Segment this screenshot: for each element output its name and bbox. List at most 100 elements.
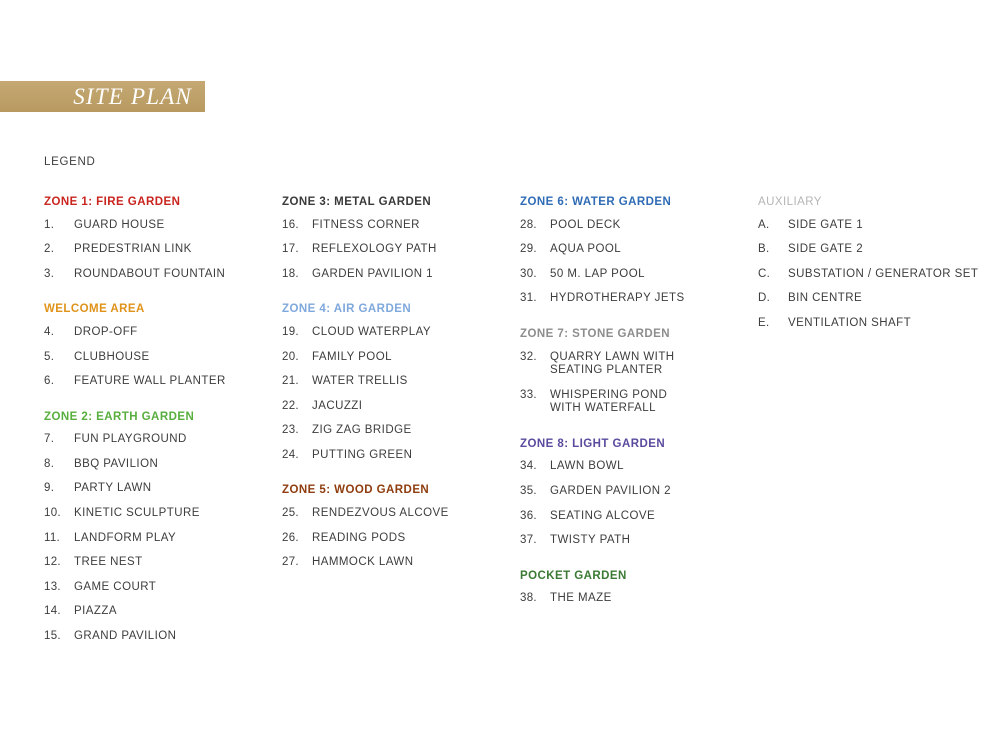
legend-item: 32. QUARRY LAWN WITH SEATING PLANTER — [520, 351, 758, 378]
legend-item-label: BIN CENTRE — [788, 292, 862, 306]
legend-item-label: THE MAZE — [550, 592, 612, 606]
legend-item-number: 27. — [282, 556, 299, 569]
legend-group-zone-3-metal-garden: ZONE 3: METAL GARDEN 16. FITNESS CORNER 17.… — [282, 196, 520, 281]
legend-item-number: B. — [758, 243, 770, 256]
legend-item-label: VENTILATION SHAFT — [788, 317, 911, 331]
legend-item-number: 28. — [520, 218, 537, 231]
legend-item-label-line1: GUARD HOUSE — [74, 218, 165, 231]
legend-item-label-line1: FITNESS CORNER — [312, 218, 420, 231]
legend-item-label-line1: 50 M. LAP POOL — [550, 267, 645, 280]
legend-item-number: 19. — [282, 325, 299, 338]
legend-item-label: GARDEN PAVILION 2 — [550, 485, 671, 499]
legend-item-label-line1: SIDE GATE 1 — [788, 218, 864, 231]
legend-item-label: SIDE GATE 2 — [788, 243, 863, 257]
legend-item: 22. JACUZZI — [282, 400, 520, 414]
legend-item-number: 1. — [44, 218, 55, 231]
legend-item: B. SIDE GATE 2 — [758, 243, 984, 257]
legend-item-label: BBQ PAVILION — [74, 458, 158, 472]
legend-item: 23. ZIG ZAG BRIDGE — [282, 424, 520, 438]
legend-item-label-line1: FAMILY POOL — [312, 350, 392, 363]
legend-item-number: 24. — [282, 448, 299, 461]
legend-item-label: PREDESTRIAN LINK — [74, 243, 192, 257]
legend-item-label: JACUZZI — [312, 400, 362, 414]
legend-item-number: 29. — [520, 243, 537, 256]
legend-item-label-line1: AQUA POOL — [550, 243, 622, 256]
legend-item: 35. GARDEN PAVILION 2 — [520, 485, 758, 499]
legend-item: 4. DROP-OFF — [44, 326, 282, 340]
legend-item-label-line1: TREE NEST — [74, 556, 143, 569]
page-title: SITE PLAN — [73, 83, 192, 109]
legend-item-number: 13. — [44, 580, 61, 593]
legend-item-label-line1: JACUZZI — [312, 399, 363, 412]
legend-item: 10. KINETIC SCULPTURE — [44, 507, 282, 521]
legend-item-number: 36. — [520, 509, 537, 522]
legend-item: C. SUBSTATION / GENERATOR SET — [758, 268, 984, 282]
legend-item-number: 25. — [282, 506, 299, 519]
legend-item-label-line1: FEATURE WALL PLANTER — [74, 375, 226, 388]
legend-item-label-line1: THE MAZE — [550, 592, 612, 605]
legend-item-label: REFLEXOLOGY PATH — [312, 243, 437, 257]
legend-item-label: POOL DECK — [550, 219, 621, 233]
column-1: ZONE 1: FIRE GARDEN 1. GUARD HOUSE 2. PREDES… — [44, 196, 282, 643]
legend-item-label-line2: WITH WATERFALL — [550, 402, 656, 415]
legend-item-label: WHISPERING POND WITH WATERFALL — [550, 389, 667, 416]
legend-item-label-line1: WHISPERING POND — [550, 388, 668, 401]
legend-item-number: 38. — [520, 592, 537, 605]
legend-item-label-line1: READING PODS — [312, 531, 406, 544]
legend-items: 38. THE MAZE — [520, 592, 758, 606]
legend-items: 28. POOL DECK 29. AQUA POOL 30. 50 M. LAP POO… — [520, 219, 758, 306]
legend-item-label: FEATURE WALL PLANTER — [74, 375, 226, 389]
legend-item-label: CLUBHOUSE — [74, 351, 150, 365]
legend-item: 14. PIAZZA — [44, 605, 282, 619]
legend-item-label: KINETIC SCULPTURE — [74, 507, 200, 521]
legend-item-label: RENDEZVOUS ALCOVE — [312, 507, 449, 521]
legend-item-label: QUARRY LAWN WITH SEATING PLANTER — [550, 351, 675, 378]
legend-item-number: 7. — [44, 433, 55, 446]
legend-item: 24. PUTTING GREEN — [282, 449, 520, 463]
legend-item: 5. CLUBHOUSE — [44, 351, 282, 365]
legend-item-label-line1: FUN PLAYGROUND — [74, 433, 187, 446]
legend-item-label: HYDROTHERAPY JETS — [550, 292, 685, 306]
legend-items: 7. FUN PLAYGROUND 8. BBQ PAVILION 9. PARTY LA… — [44, 433, 282, 643]
legend-item: A. SIDE GATE 1 — [758, 219, 984, 233]
legend-item-label: GARDEN PAVILION 1 — [312, 268, 433, 282]
legend-item-label: GUARD HOUSE — [74, 219, 165, 233]
legend-item-number: 11. — [44, 531, 61, 544]
legend-item-label-line1: VENTILATION SHAFT — [788, 316, 912, 329]
legend-item-label: PUTTING GREEN — [312, 449, 412, 463]
legend-item-number: 4. — [44, 325, 55, 338]
legend-item-number: 30. — [520, 267, 537, 280]
legend-item-label-line1: CLOUD WATERPLAY — [312, 325, 431, 338]
legend-item-label-line1: KINETIC SCULPTURE — [74, 506, 200, 519]
column-2: ZONE 3: METAL GARDEN 16. FITNESS CORNER 17.… — [282, 196, 520, 570]
legend-items: 19. CLOUD WATERPLAY 20. FAMILY POOL 21. WATER… — [282, 326, 520, 462]
legend-group-pocket-garden: POCKET GARDEN 38. THE MAZE — [520, 570, 758, 606]
group-heading-zone-6-water-garden: ZONE 6: WATER GARDEN — [520, 196, 672, 208]
legend-item-label: PIAZZA — [74, 605, 117, 619]
legend-item: 16. FITNESS CORNER — [282, 219, 520, 233]
legend-item-number: 37. — [520, 534, 537, 547]
legend-item-label-line1: WATER TRELLIS — [312, 375, 408, 388]
legend-item-label-line1: QUARRY LAWN WITH — [550, 350, 675, 363]
legend-item-label-line1: RENDEZVOUS ALCOVE — [312, 506, 449, 519]
legend-item-label: SIDE GATE 1 — [788, 219, 863, 233]
legend-item: 26. READING PODS — [282, 532, 520, 546]
legend-item-number: 21. — [282, 375, 299, 388]
legend-item-number: 31. — [520, 292, 537, 305]
legend-item-number: 6. — [44, 375, 55, 388]
legend-item-label: GAME COURT — [74, 581, 156, 595]
legend-item-label: AQUA POOL — [550, 243, 621, 257]
legend-item-label: ZIG ZAG BRIDGE — [312, 424, 412, 438]
legend-item-label: FAMILY POOL — [312, 351, 392, 365]
legend-items: 4. DROP-OFF 5. CLUBHOUSE 6. FEATURE WALL PLAN… — [44, 326, 282, 389]
legend-item-number: 18. — [282, 267, 299, 280]
legend-item-label-line1: GRAND PAVILION — [74, 629, 177, 642]
legend-item-number: 34. — [520, 460, 537, 473]
legend-item-number: 16. — [282, 218, 299, 231]
legend-group-zone-2-earth-garden: ZONE 2: EARTH GARDEN 7. FUN PLAYGROUND 8. BB… — [44, 411, 282, 644]
legend-item: 18. GARDEN PAVILION 1 — [282, 268, 520, 282]
legend-group-zone-7-stone-garden: ZONE 7: STONE GARDEN 32. QUARRY LAWN WITH S… — [520, 328, 758, 416]
legend-item-label: CLOUD WATERPLAY — [312, 326, 431, 340]
legend-columns: ZONE 1: FIRE GARDEN 1. GUARD HOUSE 2. PREDES… — [44, 196, 984, 643]
legend-item-number: 12. — [44, 556, 61, 569]
